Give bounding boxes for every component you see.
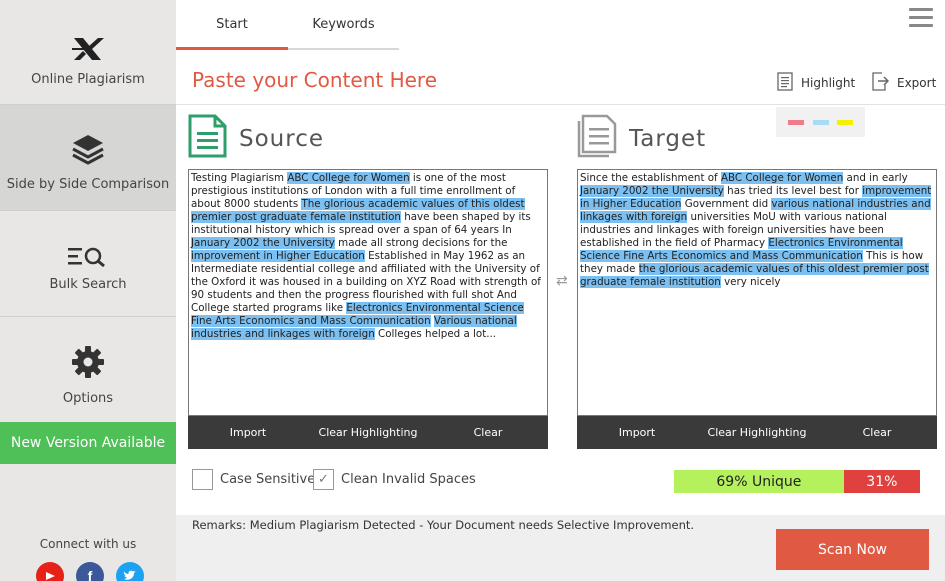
source-import-button[interactable]: Import: [188, 416, 308, 449]
connect-label: Connect with us: [39, 537, 137, 551]
source-text-segment: Testing Plagiarism: [191, 172, 288, 184]
source-clear-button[interactable]: Clear: [428, 416, 548, 449]
source-text-segment: Colleges helped a lot...: [374, 328, 497, 340]
target-title: Target: [629, 126, 707, 152]
source-document-icon: [188, 114, 227, 164]
highlight-color-swatches: [776, 107, 865, 137]
target-textarea[interactable]: Since the establishment of ABC College f…: [577, 169, 937, 416]
x-logo-icon: [71, 36, 105, 66]
divider: [176, 104, 945, 105]
tab-keywords[interactable]: Keywords: [288, 0, 399, 50]
target-clear-button[interactable]: Clear: [817, 416, 937, 449]
target-header: Target: [577, 114, 706, 164]
uniqueness-meter: 69% Unique 31%: [674, 470, 920, 493]
facebook-icon[interactable]: f: [76, 562, 104, 581]
social-links: f: [36, 562, 144, 581]
export-button[interactable]: Export: [871, 72, 936, 94]
youtube-icon[interactable]: [36, 562, 64, 581]
export-icon: [871, 72, 890, 94]
gear-icon: [71, 345, 105, 383]
sidebar-item-options[interactable]: Options: [0, 317, 176, 422]
tab-bar: Start Keywords: [176, 0, 399, 50]
target-document-icon: [577, 114, 617, 164]
sidebar-item-label: Side by Side Comparison: [6, 177, 170, 192]
target-highlighted-match: ABC College for Women: [720, 172, 844, 184]
sidebar-item-online-plagiarism[interactable]: Online Plagiarism: [0, 0, 176, 105]
source-text-segment: made all strong decisions for the: [334, 237, 508, 249]
swap-icon[interactable]: ⇄: [556, 273, 568, 289]
highlight-label: Highlight: [801, 76, 856, 90]
app-window: Online Plagiarism Side by Side Compariso…: [0, 0, 945, 581]
menu-icon[interactable]: [909, 8, 933, 28]
layers-icon: [71, 133, 105, 169]
source-highlighted-match: improvement in Higher Education: [191, 250, 365, 262]
new-version-banner[interactable]: New Version Available: [0, 422, 176, 464]
twitter-icon[interactable]: [116, 562, 144, 581]
target-import-button[interactable]: Import: [577, 416, 697, 449]
swatch-yellow[interactable]: [837, 120, 853, 125]
source-clear-highlighting-button[interactable]: Clear Highlighting: [308, 416, 428, 449]
highlight-button[interactable]: Highlight: [777, 72, 855, 94]
sidebar-item-label: Online Plagiarism: [31, 72, 145, 87]
case-sensitive-option[interactable]: Case Sensitive: [192, 469, 315, 490]
case-sensitive-checkbox[interactable]: [192, 469, 213, 490]
source-action-bar: Import Clear Highlighting Clear: [188, 416, 548, 449]
target-text-segment: Since the establishment of: [580, 172, 721, 184]
clean-spaces-label: Clean Invalid Spaces: [341, 472, 476, 487]
sidebar-item-label: Bulk Search: [49, 277, 127, 292]
remarks-text: Remarks: Medium Plagiarism Detected - Yo…: [192, 518, 695, 532]
tab-start[interactable]: Start: [176, 0, 288, 50]
sidebar-item-side-by-side[interactable]: Side by Side Comparison: [0, 105, 176, 211]
target-clear-highlighting-button[interactable]: Clear Highlighting: [697, 416, 817, 449]
source-textarea[interactable]: Testing Plagiarism ABC College for Women…: [188, 169, 548, 416]
clean-spaces-checkbox[interactable]: ✓: [313, 469, 334, 490]
source-highlighted-match: ABC College for Women: [287, 172, 410, 184]
page-title: Paste your Content Here: [192, 68, 437, 92]
unique-bar: 69% Unique: [674, 470, 844, 493]
sidebar-item-label: Options: [62, 391, 114, 406]
swatch-pink[interactable]: [788, 120, 804, 125]
target-text-segment: Government did: [681, 198, 772, 210]
swatch-blue[interactable]: [813, 120, 829, 125]
export-label: Export: [897, 76, 937, 90]
target-text-segment: very nicely: [720, 276, 781, 288]
source-title: Source: [239, 126, 324, 152]
target-text-segment: has tried its level best for: [723, 185, 863, 197]
document-icon: [777, 72, 793, 94]
case-sensitive-label: Case Sensitive: [220, 472, 316, 487]
source-header: Source: [188, 114, 324, 164]
target-highlighted-match: January 2002 the University: [580, 185, 724, 197]
scan-now-button[interactable]: Scan Now: [776, 529, 929, 570]
plagiarism-bar: 31%: [843, 470, 920, 493]
source-highlighted-match: January 2002 the University: [191, 237, 335, 249]
target-action-bar: Import Clear Highlighting Clear: [577, 416, 937, 449]
sidebar: Online Plagiarism Side by Side Compariso…: [0, 0, 176, 581]
list-search-icon: [66, 245, 110, 271]
sidebar-item-bulk-search[interactable]: Bulk Search: [0, 211, 176, 317]
clean-spaces-option[interactable]: ✓ Clean Invalid Spaces: [313, 469, 476, 490]
target-text-segment: and in early: [843, 172, 908, 184]
